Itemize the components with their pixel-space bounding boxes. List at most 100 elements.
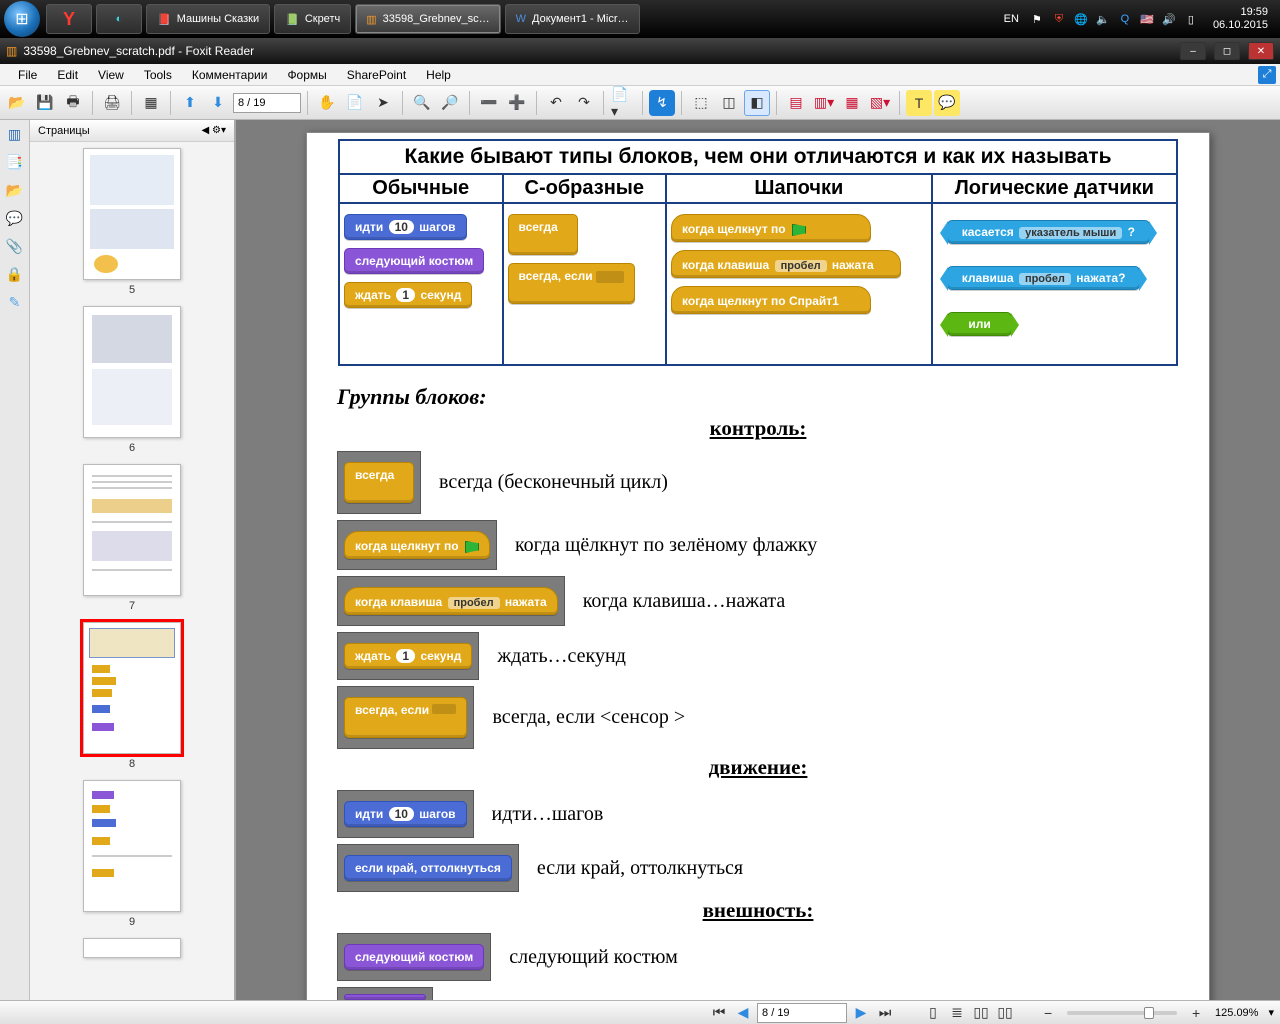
share-button[interactable]: ↯: [649, 90, 675, 116]
facing-continuous-button[interactable]: ▯▯: [995, 1004, 1015, 1022]
document-area[interactable]: Какие бывают типы блоков, чем они отлича…: [236, 120, 1280, 1000]
thumbnail-label: 8: [38, 758, 226, 770]
panel-close-icon[interactable]: ◀ ⚙▾: [202, 125, 226, 136]
status-page-input[interactable]: [757, 1003, 847, 1023]
pdf-secure-button[interactable]: ▧▾: [867, 90, 893, 116]
speaker-icon[interactable]: 🔈: [1095, 11, 1111, 27]
page-options-button[interactable]: 📄▾: [610, 90, 636, 116]
pdf-sign-button[interactable]: ▦: [839, 90, 865, 116]
fit-width-button[interactable]: ◧: [744, 90, 770, 116]
us-flag-icon[interactable]: 🇺🇸: [1139, 11, 1155, 27]
volume-icon[interactable]: 🔊: [1161, 11, 1177, 27]
prev-page-button[interactable]: ◀: [733, 1004, 753, 1022]
save-button[interactable]: 💾: [32, 90, 58, 116]
facing-button[interactable]: ▯▯: [971, 1004, 991, 1022]
taskbar-app-2[interactable]: 📗Скретч: [274, 4, 351, 34]
fit-page-button[interactable]: ◫: [716, 90, 742, 116]
rotate-left-button[interactable]: ↶: [543, 90, 569, 116]
next-page-button[interactable]: ▶: [851, 1004, 871, 1022]
open-button[interactable]: 📂: [4, 90, 30, 116]
restore-down-icon[interactable]: ⤢: [1258, 66, 1276, 84]
yandex-icon: Y: [63, 9, 75, 30]
taskbar-app-1[interactable]: 📕Машины Сказки: [146, 4, 270, 34]
comments-panel-icon[interactable]: 💬: [5, 208, 25, 228]
taskbar-app-3[interactable]: ▥33598_Grebnev_sc…: [355, 4, 500, 34]
page-down-button[interactable]: ⬇: [205, 90, 231, 116]
menu-tools[interactable]: Tools: [134, 64, 182, 85]
actual-size-button[interactable]: ⬚: [688, 90, 714, 116]
zoom-value: 125.09%: [1215, 1007, 1258, 1019]
shield-icon[interactable]: ⛨: [1051, 11, 1067, 27]
thumbnail-label: 6: [38, 442, 226, 454]
taskbar-app-label: Документ1 - Micr…: [532, 13, 628, 25]
battery-icon[interactable]: ▯: [1183, 11, 1199, 27]
col-head-usual: Обычные: [339, 174, 503, 203]
taskbar-clock[interactable]: 19:59 06.10.2015: [1205, 6, 1276, 32]
taskbar-app-yandex[interactable]: Y: [46, 4, 92, 34]
note-button[interactable]: 💬: [934, 90, 960, 116]
highlight-button[interactable]: T: [906, 90, 932, 116]
pointer-button[interactable]: ➤: [370, 90, 396, 116]
thumbnails-panel-icon[interactable]: ▥: [5, 124, 25, 144]
motion-row-1: идти 10 шагов идти…шагов: [337, 790, 1209, 838]
single-page-button[interactable]: ▯: [923, 1004, 943, 1022]
start-button[interactable]: ⊞: [4, 1, 40, 37]
zoom-slider[interactable]: [1067, 1011, 1177, 1015]
continuous-button[interactable]: ≣: [947, 1004, 967, 1022]
col-head-sensors: Логические датчики: [932, 174, 1177, 203]
print-button-2[interactable]: 🖨: [99, 90, 125, 116]
page-up-button[interactable]: ⬆: [177, 90, 203, 116]
menu-bar: File Edit View Tools Комментарии Формы S…: [0, 64, 1280, 86]
thumbnail-8[interactable]: 8: [38, 622, 226, 770]
taskbar-app-4[interactable]: WДокумент1 - Micr…: [505, 4, 640, 34]
menu-edit[interactable]: Edit: [47, 64, 88, 85]
last-page-button[interactable]: ⏭: [875, 1004, 895, 1022]
flag-icon[interactable]: ⚑: [1029, 11, 1045, 27]
status-bar: ⏮ ◀ ▶ ⏭ ▯ ≣ ▯▯ ▯▯ − + 125.09% ▾: [0, 1000, 1280, 1024]
globe-icon[interactable]: 🌐: [1073, 11, 1089, 27]
layers-panel-icon[interactable]: 📂: [5, 180, 25, 200]
thumbnails-button[interactable]: ▦: [138, 90, 164, 116]
signatures-panel-icon[interactable]: ✎: [5, 292, 25, 312]
hand-tool-button[interactable]: ✋: [314, 90, 340, 116]
select-text-button[interactable]: 📄: [342, 90, 368, 116]
taskbar-app-media[interactable]: ◐: [96, 4, 142, 34]
rotate-right-button[interactable]: ↷: [571, 90, 597, 116]
menu-file[interactable]: File: [8, 64, 47, 85]
menu-sharepoint[interactable]: SharePoint: [337, 64, 416, 85]
security-panel-icon[interactable]: 🔒: [5, 264, 25, 284]
page-number-input[interactable]: [233, 93, 301, 113]
thumbnail-10[interactable]: [38, 938, 226, 958]
menu-forms[interactable]: Формы: [277, 64, 336, 85]
menu-help[interactable]: Help: [416, 64, 461, 85]
zoom-in-button[interactable]: ➕: [504, 90, 530, 116]
print-button[interactable]: 🖶: [60, 90, 86, 116]
menu-view[interactable]: View: [88, 64, 134, 85]
menu-comments[interactable]: Комментарии: [182, 64, 278, 85]
zoom-out-button[interactable]: ➖: [476, 90, 502, 116]
maximize-button[interactable]: ◻: [1214, 42, 1240, 60]
first-page-button[interactable]: ⏮: [709, 1004, 729, 1022]
magnifier-button[interactable]: 🔎: [437, 90, 463, 116]
qtime-icon[interactable]: Q: [1117, 11, 1133, 27]
close-button[interactable]: ✕: [1248, 42, 1274, 60]
thumbnail-6[interactable]: 6: [38, 306, 226, 454]
bookmarks-panel-icon[interactable]: 📑: [5, 152, 25, 172]
pdf-convert-button[interactable]: ▤: [783, 90, 809, 116]
system-tray: ⚑ ⛨ 🌐 🔈 Q 🇺🇸 🔊 ▯ 19:59 06.10.2015: [1029, 6, 1276, 32]
thumbnail-9[interactable]: 9: [38, 780, 226, 928]
thumbnail-5[interactable]: 5: [38, 148, 226, 296]
groups-heading: Группы блоков:: [337, 384, 1209, 410]
lang-indicator[interactable]: EN: [1004, 13, 1019, 25]
thumbnail-7[interactable]: 7: [38, 464, 226, 612]
zoom-in-status-button[interactable]: +: [1187, 1004, 1205, 1022]
block-types-table: Какие бывают типы блоков, чем они отлича…: [338, 139, 1178, 366]
block-key-pressed: клавиша пробел нажата?: [947, 266, 1141, 290]
pdf-create-button[interactable]: ▥▾: [811, 90, 837, 116]
thumbnails-body[interactable]: 5 6 7 8 9: [30, 142, 234, 1000]
zoom-dropdown-icon[interactable]: ▾: [1268, 1006, 1274, 1019]
minimize-button[interactable]: –: [1180, 42, 1206, 60]
attachments-panel-icon[interactable]: 📎: [5, 236, 25, 256]
zoom-out-status-button[interactable]: −: [1039, 1004, 1057, 1022]
find-button[interactable]: 🔍: [409, 90, 435, 116]
